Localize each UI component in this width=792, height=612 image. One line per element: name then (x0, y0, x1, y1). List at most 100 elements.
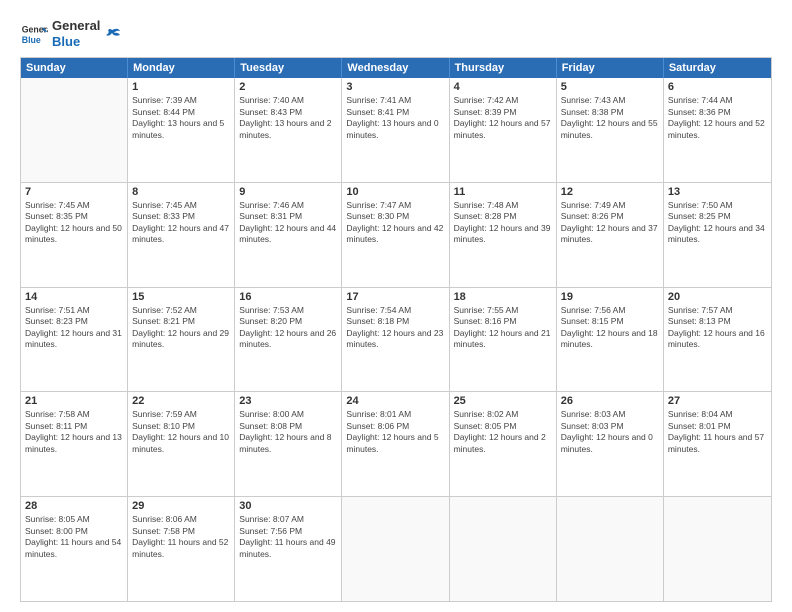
day-cell-6: 6 Sunrise: 7:44 AMSunset: 8:36 PMDaylight… (664, 78, 771, 182)
calendar-week-4: 21 Sunrise: 7:58 AMSunset: 8:11 PMDayligh… (21, 391, 771, 496)
empty-cell (450, 497, 557, 601)
day-info: Sunrise: 7:54 AMSunset: 8:18 PMDaylight:… (346, 305, 444, 351)
day-number: 19 (561, 291, 659, 303)
logo-general: General (52, 18, 100, 34)
calendar: SundayMondayTuesdayWednesdayThursdayFrid… (20, 57, 772, 602)
calendar-week-5: 28 Sunrise: 8:05 AMSunset: 8:00 PMDayligh… (21, 496, 771, 601)
day-cell-20: 20 Sunrise: 7:57 AMSunset: 8:13 PMDayligh… (664, 288, 771, 392)
day-info: Sunrise: 7:59 AMSunset: 8:10 PMDaylight:… (132, 409, 230, 455)
logo-blue: Blue (52, 34, 100, 50)
day-info: Sunrise: 8:05 AMSunset: 8:00 PMDaylight:… (25, 514, 123, 560)
day-info: Sunrise: 7:52 AMSunset: 8:21 PMDaylight:… (132, 305, 230, 351)
day-cell-2: 2 Sunrise: 7:40 AMSunset: 8:43 PMDaylight… (235, 78, 342, 182)
calendar-header: SundayMondayTuesdayWednesdayThursdayFrid… (21, 58, 771, 78)
day-info: Sunrise: 7:50 AMSunset: 8:25 PMDaylight:… (668, 200, 767, 246)
calendar-week-2: 7Sunrise: 7:45 AMSunset: 8:35 PMDaylight… (21, 182, 771, 287)
day-info: Sunrise: 7:47 AMSunset: 8:30 PMDaylight:… (346, 200, 444, 246)
day-cell-12: 12Sunrise: 7:49 AMSunset: 8:26 PMDayligh… (557, 183, 664, 287)
header-day-friday: Friday (557, 58, 664, 78)
logo-icon: General Blue (20, 20, 48, 48)
calendar-week-3: 14Sunrise: 7:51 AMSunset: 8:23 PMDayligh… (21, 287, 771, 392)
day-number: 3 (346, 81, 444, 93)
day-cell-9: 9Sunrise: 7:46 AMSunset: 8:31 PMDaylight… (235, 183, 342, 287)
day-info: Sunrise: 8:06 AMSunset: 7:58 PMDaylight:… (132, 514, 230, 560)
day-number: 30 (239, 500, 337, 512)
day-cell-13: 13Sunrise: 7:50 AMSunset: 8:25 PMDayligh… (664, 183, 771, 287)
day-cell-14: 14Sunrise: 7:51 AMSunset: 8:23 PMDayligh… (21, 288, 128, 392)
day-number: 1 (132, 81, 230, 93)
day-info: Sunrise: 7:48 AMSunset: 8:28 PMDaylight:… (454, 200, 552, 246)
day-cell-23: 23 Sunrise: 8:00 AMSunset: 8:08 PMDayligh… (235, 392, 342, 496)
day-cell-29: 29Sunrise: 8:06 AMSunset: 7:58 PMDayligh… (128, 497, 235, 601)
calendar-page: General Blue General Blue SundayMondayTu… (0, 0, 792, 612)
day-info: Sunrise: 7:55 AMSunset: 8:16 PMDaylight:… (454, 305, 552, 351)
day-cell-21: 21 Sunrise: 7:58 AMSunset: 8:11 PMDayligh… (21, 392, 128, 496)
day-info: Sunrise: 7:44 AMSunset: 8:36 PMDaylight:… (668, 95, 767, 141)
day-number: 9 (239, 186, 337, 198)
day-cell-30: 30 Sunrise: 8:07 AMSunset: 7:56 PMDayligh… (235, 497, 342, 601)
day-info: Sunrise: 7:56 AMSunset: 8:15 PMDaylight:… (561, 305, 659, 351)
day-number: 6 (668, 81, 767, 93)
day-cell-15: 15 Sunrise: 7:52 AMSunset: 8:21 PMDayligh… (128, 288, 235, 392)
day-cell-18: 18 Sunrise: 7:55 AMSunset: 8:16 PMDayligh… (450, 288, 557, 392)
day-number: 2 (239, 81, 337, 93)
day-cell-19: 19 Sunrise: 7:56 AMSunset: 8:15 PMDayligh… (557, 288, 664, 392)
day-cell-7: 7Sunrise: 7:45 AMSunset: 8:35 PMDaylight… (21, 183, 128, 287)
day-number: 4 (454, 81, 552, 93)
day-info: Sunrise: 7:43 AMSunset: 8:38 PMDaylight:… (561, 95, 659, 141)
day-info: Sunrise: 7:51 AMSunset: 8:23 PMDaylight:… (25, 305, 123, 351)
day-info: Sunrise: 8:00 AMSunset: 8:08 PMDaylight:… (239, 409, 337, 455)
day-cell-16: 16Sunrise: 7:53 AMSunset: 8:20 PMDayligh… (235, 288, 342, 392)
day-number: 21 (25, 395, 123, 407)
day-number: 25 (454, 395, 552, 407)
day-number: 18 (454, 291, 552, 303)
calendar-body: 1 Sunrise: 7:39 AMSunset: 8:44 PMDaylight… (21, 78, 771, 601)
day-info: Sunrise: 8:07 AMSunset: 7:56 PMDaylight:… (239, 514, 337, 560)
day-number: 5 (561, 81, 659, 93)
day-number: 7 (25, 186, 123, 198)
day-cell-22: 22Sunrise: 7:59 AMSunset: 8:10 PMDayligh… (128, 392, 235, 496)
day-info: Sunrise: 7:40 AMSunset: 8:43 PMDaylight:… (239, 95, 337, 141)
day-number: 8 (132, 186, 230, 198)
day-info: Sunrise: 7:39 AMSunset: 8:44 PMDaylight:… (132, 95, 230, 141)
day-cell-10: 10 Sunrise: 7:47 AMSunset: 8:30 PMDayligh… (342, 183, 449, 287)
empty-cell (21, 78, 128, 182)
day-number: 24 (346, 395, 444, 407)
day-number: 23 (239, 395, 337, 407)
day-info: Sunrise: 7:41 AMSunset: 8:41 PMDaylight:… (346, 95, 444, 141)
day-number: 16 (239, 291, 337, 303)
day-info: Sunrise: 7:57 AMSunset: 8:13 PMDaylight:… (668, 305, 767, 351)
empty-cell (664, 497, 771, 601)
day-number: 28 (25, 500, 123, 512)
day-cell-24: 24 Sunrise: 8:01 AMSunset: 8:06 PMDayligh… (342, 392, 449, 496)
header-day-monday: Monday (128, 58, 235, 78)
day-number: 20 (668, 291, 767, 303)
day-cell-27: 27Sunrise: 8:04 AMSunset: 8:01 PMDayligh… (664, 392, 771, 496)
header-day-thursday: Thursday (450, 58, 557, 78)
calendar-week-1: 1 Sunrise: 7:39 AMSunset: 8:44 PMDaylight… (21, 78, 771, 182)
day-info: Sunrise: 7:42 AMSunset: 8:39 PMDaylight:… (454, 95, 552, 141)
page-header: General Blue General Blue (20, 18, 772, 49)
day-cell-1: 1 Sunrise: 7:39 AMSunset: 8:44 PMDaylight… (128, 78, 235, 182)
day-cell-26: 26 Sunrise: 8:03 AMSunset: 8:03 PMDayligh… (557, 392, 664, 496)
day-number: 26 (561, 395, 659, 407)
day-number: 15 (132, 291, 230, 303)
day-cell-28: 28 Sunrise: 8:05 AMSunset: 8:00 PMDayligh… (21, 497, 128, 601)
header-day-tuesday: Tuesday (235, 58, 342, 78)
day-cell-5: 5 Sunrise: 7:43 AMSunset: 8:38 PMDaylight… (557, 78, 664, 182)
day-cell-4: 4 Sunrise: 7:42 AMSunset: 8:39 PMDaylight… (450, 78, 557, 182)
day-info: Sunrise: 8:03 AMSunset: 8:03 PMDaylight:… (561, 409, 659, 455)
logo-bird-icon (104, 25, 122, 43)
day-info: Sunrise: 8:01 AMSunset: 8:06 PMDaylight:… (346, 409, 444, 455)
header-day-saturday: Saturday (664, 58, 771, 78)
day-number: 10 (346, 186, 444, 198)
day-info: Sunrise: 8:04 AMSunset: 8:01 PMDaylight:… (668, 409, 767, 455)
day-info: Sunrise: 7:58 AMSunset: 8:11 PMDaylight:… (25, 409, 123, 455)
empty-cell (557, 497, 664, 601)
logo: General Blue General Blue (20, 18, 122, 49)
day-info: Sunrise: 7:45 AMSunset: 8:33 PMDaylight:… (132, 200, 230, 246)
day-cell-8: 8 Sunrise: 7:45 AMSunset: 8:33 PMDaylight… (128, 183, 235, 287)
header-day-sunday: Sunday (21, 58, 128, 78)
day-info: Sunrise: 8:02 AMSunset: 8:05 PMDaylight:… (454, 409, 552, 455)
day-info: Sunrise: 7:49 AMSunset: 8:26 PMDaylight:… (561, 200, 659, 246)
